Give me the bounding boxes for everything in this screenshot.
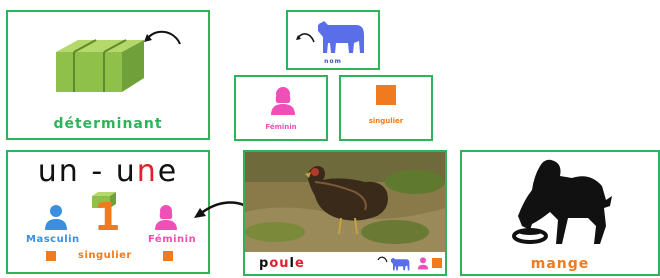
singulier-label: singulier — [78, 250, 132, 261]
cow-icon — [391, 257, 410, 271]
orange-square-icon — [46, 251, 56, 261]
card-mange[interactable]: mange — [460, 150, 660, 276]
card-feminin[interactable]: Féminin — [234, 75, 328, 141]
feminin-label: Féminin — [148, 234, 197, 245]
cow-icon — [318, 21, 364, 53]
poule-word: poule — [259, 256, 305, 271]
feminin-label: Féminin — [265, 123, 297, 131]
orange-square-icon — [432, 258, 442, 268]
poule-part2: ou — [269, 256, 290, 271]
number-one: 1 — [94, 195, 121, 239]
poule-part1: p — [259, 256, 270, 271]
card-poule[interactable]: poule — [243, 150, 447, 276]
card-singulier[interactable]: singulier — [339, 75, 433, 141]
nom-label: nom — [324, 58, 342, 65]
card-nom[interactable]: nom — [286, 10, 380, 70]
mange-label: mange — [530, 256, 590, 272]
poule-part4: e — [294, 256, 305, 271]
curved-arrow-icon — [377, 256, 388, 263]
curved-arrow-icon — [296, 33, 315, 43]
orange-square-icon — [163, 251, 173, 261]
article-word-part3: e — [157, 154, 179, 189]
masculin-label: Masculin — [26, 234, 80, 245]
hen-photo — [245, 152, 445, 252]
article-word-part1: un - u — [37, 154, 137, 189]
article-word: un - une — [8, 154, 208, 189]
male-person-icon — [45, 205, 67, 230]
dog-eating-icon — [512, 159, 612, 244]
female-person-icon — [417, 257, 429, 270]
determinant-label: déterminant — [53, 116, 163, 132]
female-person-icon — [271, 87, 295, 115]
orange-square-icon — [376, 85, 396, 105]
card-article[interactable]: un - une 1 Masculin Féminin singulier — [6, 150, 210, 274]
female-person-icon — [155, 205, 177, 230]
article-word-part2: n — [136, 154, 158, 189]
card-determinant[interactable]: déterminant — [6, 10, 210, 140]
hay-bale-icon — [56, 39, 144, 92]
curved-arrow-icon — [144, 30, 181, 45]
singulier-label: singulier — [368, 117, 404, 125]
